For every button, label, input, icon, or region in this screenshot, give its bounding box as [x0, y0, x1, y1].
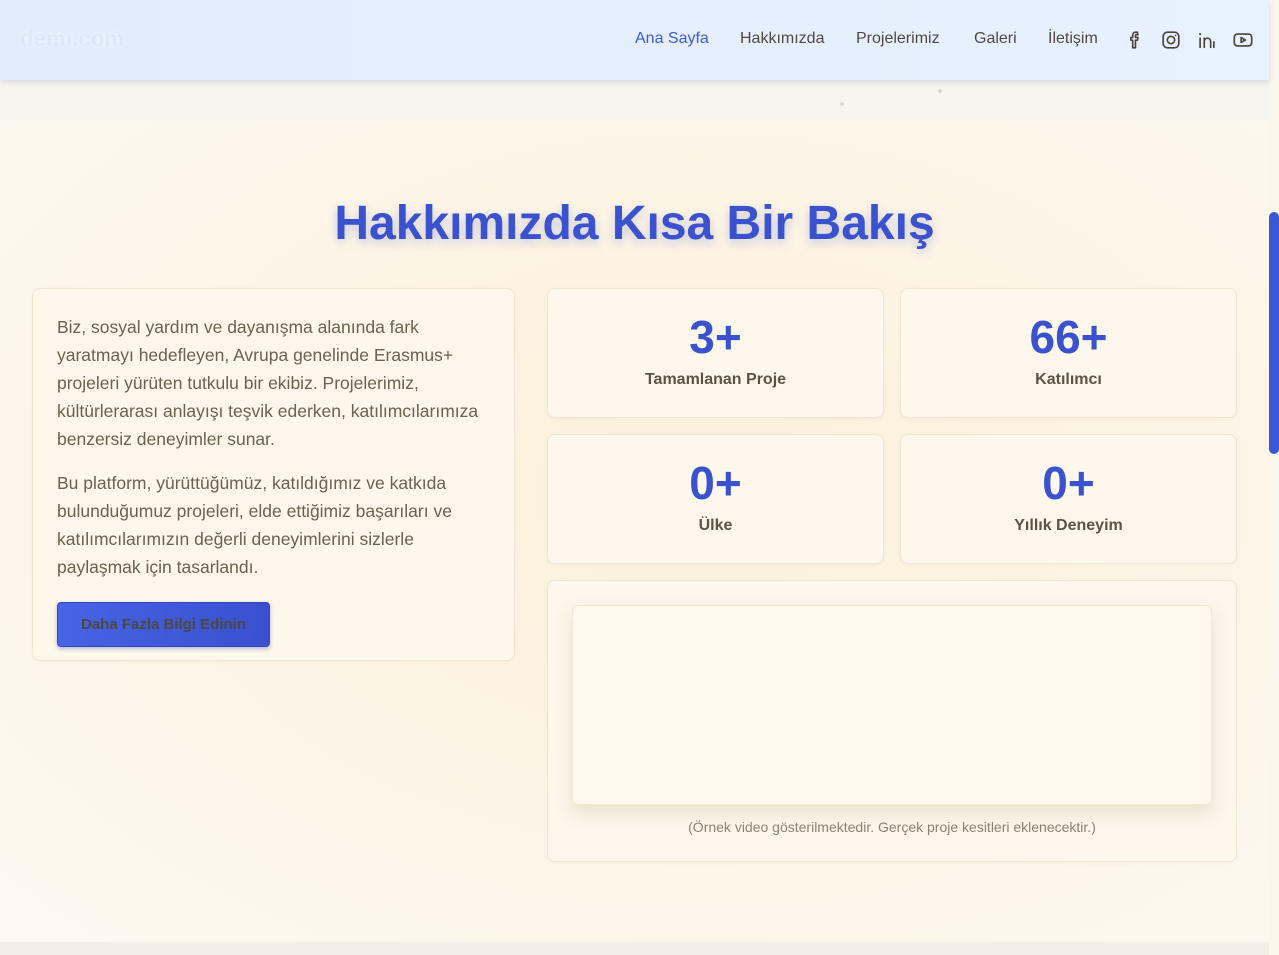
- stat-label: Yıllık Deneyim: [1014, 517, 1123, 534]
- stat-value: 0+: [689, 457, 742, 509]
- video-card: (Örnek video gösterilmektedir. Gerçek pr…: [547, 580, 1237, 862]
- stat-card-countries: 0+ Ülke: [547, 434, 884, 564]
- video-player[interactable]: [572, 605, 1212, 805]
- next-section-edge: [0, 942, 1269, 955]
- youtube-icon[interactable]: [1232, 29, 1254, 51]
- decorative-dot: [938, 89, 942, 93]
- about-paragraph-2: Bu platform, yürüttüğümüz, katıldığımız …: [57, 473, 452, 577]
- stat-label: Tamamlanan Proje: [644, 371, 787, 388]
- logo-text-tail: demi.com: [20, 26, 125, 51]
- decorative-dot: [840, 102, 844, 106]
- nav-item-gallery[interactable]: Galeri: [974, 30, 1017, 48]
- header-strip: [0, 66, 1269, 120]
- site-logo[interactable]: demi.com: [20, 26, 124, 52]
- site-header: demi.com Ana Sayfa Hakkımızda Projelerim…: [0, 0, 1269, 80]
- section-title: Hakkımızda Kısa Bir Bakış: [334, 197, 935, 250]
- video-caption: (Örnek video gösterilmektedir. Gerçek pr…: [688, 819, 1096, 835]
- scrollbar-thumb[interactable]: [1269, 212, 1279, 454]
- nav-item-projects[interactable]: Projelerimiz: [856, 30, 940, 48]
- stat-card-projects: 3+ Tamamlanan Proje: [547, 288, 884, 418]
- nav-item-about[interactable]: Hakkımızda: [740, 30, 824, 48]
- about-card: Biz, sosyal yardım ve dayanışma alanında…: [32, 288, 515, 661]
- nav-item-contact[interactable]: İletişim: [1048, 30, 1098, 48]
- stat-value: 0+: [1042, 457, 1095, 509]
- stat-value: 3+: [689, 311, 742, 363]
- stat-card-participants: 66+ Katılımcı: [900, 288, 1237, 418]
- about-section: Hakkımızda Kısa Bir Bakış Biz, sosyal ya…: [0, 120, 1269, 942]
- instagram-icon[interactable]: [1160, 29, 1182, 51]
- learn-more-button[interactable]: Daha Fazla Bilgi Edinin: [57, 602, 270, 647]
- page: demi.com Ana Sayfa Hakkımızda Projelerim…: [0, 0, 1279, 955]
- stat-label: Ülke: [698, 517, 733, 534]
- stat-card-experience: 0+ Yıllık Deneyim: [900, 434, 1237, 564]
- about-paragraph-1: Biz, sosyal yardım ve dayanışma alanında…: [57, 317, 479, 449]
- scrollbar-track[interactable]: [1269, 0, 1279, 955]
- stat-value: 66+: [1029, 311, 1108, 363]
- facebook-icon[interactable]: [1124, 29, 1146, 51]
- stat-label: Katılımcı: [1035, 371, 1102, 388]
- nav-item-home[interactable]: Ana Sayfa: [635, 30, 709, 48]
- linkedin-icon[interactable]: [1196, 29, 1218, 51]
